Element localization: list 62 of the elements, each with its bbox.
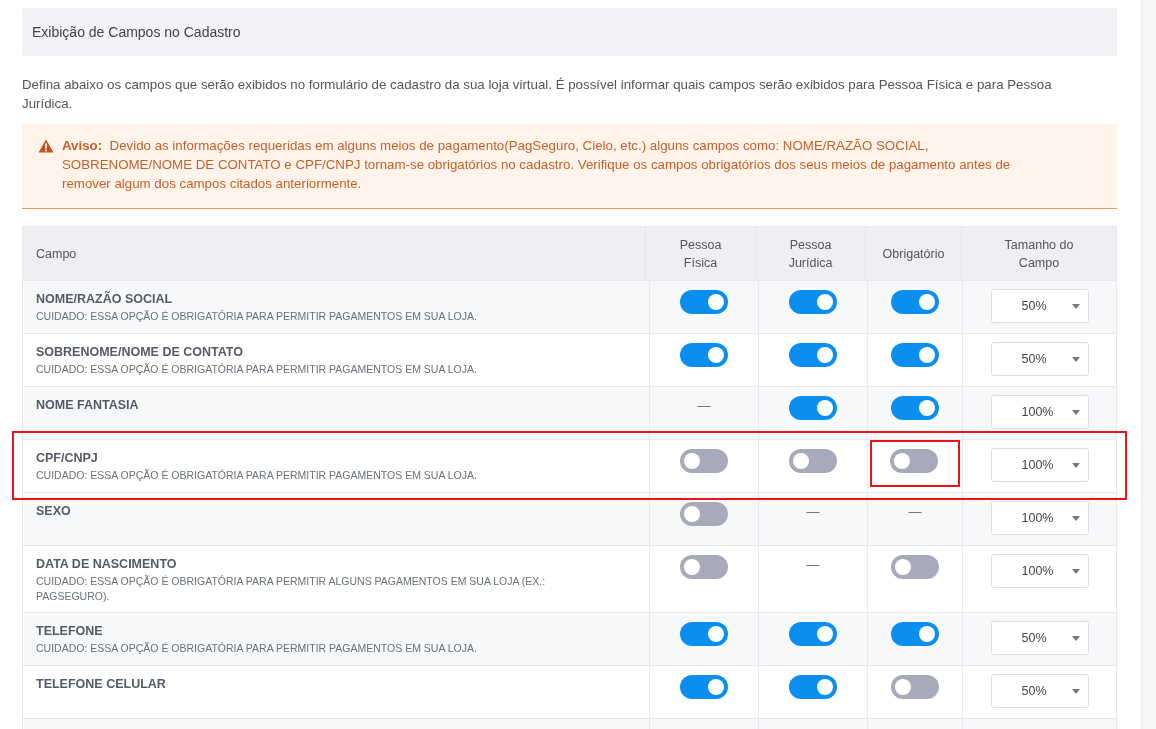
toggle-switch[interactable] [789, 290, 837, 314]
field-name: DATA DE NASCIMENTO [36, 557, 177, 571]
caret-icon [1071, 462, 1080, 468]
size-dropdown[interactable]: 50% [990, 621, 1089, 655]
toggle-switch[interactable] [789, 675, 837, 699]
size-dropdown[interactable]: 100% [990, 395, 1089, 429]
toggle-switch[interactable] [789, 343, 837, 367]
caret-icon [1071, 688, 1080, 694]
toggle-switch[interactable] [680, 622, 728, 646]
size-dropdown[interactable]: 50% [990, 342, 1089, 376]
field-note: CUIDADO: ESSA OPÇÃO É OBRIGATÓRIA PARA PERMITIR PAGAMENTOS EM SUA LOJA. [36, 641, 477, 656]
toggle-switch[interactable] [680, 555, 728, 579]
toggle-switch[interactable] [680, 502, 728, 526]
field-name: SEXO [36, 504, 71, 518]
caret-icon [1071, 356, 1080, 362]
toggle-switch[interactable] [891, 675, 939, 699]
field-note: CUIDADO: ESSA OPÇÃO É OBRIGATÓRIA PARA PERMITIR PAGAMENTOS EM SUA LOJA. [36, 468, 477, 483]
column-header: Pessoa Física [678, 236, 723, 272]
size-dropdown[interactable]: 100% [990, 501, 1089, 535]
description-text: Defina abaixo os campos que serão exibidos no formulário de cadastro da sua loja virtual. É possível informar quais campos serão exibidos para Pessoa Física e para Pessoa Jurídica. [22, 76, 1053, 113]
column-header: Obrigatório [882, 245, 945, 263]
toggle-switch[interactable] [680, 449, 728, 473]
column-header: Tamanho do Campo [1003, 236, 1075, 272]
toggle-switch[interactable] [789, 622, 837, 646]
field-name: NOME/RAZÃO SOCIAL [36, 292, 173, 306]
field-name: TELEFONE CELULAR [36, 677, 166, 691]
field-name: NOME FANTASIA [36, 398, 139, 412]
toggle-switch[interactable] [680, 675, 728, 699]
column-header: Campo [36, 245, 77, 263]
size-dropdown[interactable]: 100% [990, 448, 1089, 482]
size-dropdown[interactable]: 50% [990, 674, 1089, 708]
not-applicable-dash: — [697, 398, 711, 413]
toggle-switch[interactable] [891, 290, 939, 314]
toggle-switch[interactable] [680, 343, 728, 367]
section-title: Exibição de Campos no Cadastro [32, 24, 241, 40]
size-dropdown[interactable]: 100% [990, 554, 1089, 588]
not-applicable-dash: — [806, 557, 820, 572]
warning-text: Aviso: Devido as informações requeridas em alguns meios de pagamento(PagSeguro, Cielo, etc.) alguns campos como: NOME/RAZÃO SOCIAL, SOBRENOME/NOME DE CONTATO e CPF/CNPJ tornam-se obrigatórios no cadastro. Verifique os campos obrigatórios dos seus meios de pagamento antes de remover algum dos campos citados anteriormente. [62, 137, 1012, 193]
field-note: CUIDADO: ESSA OPÇÃO É OBRIGATÓRIA PARA PERMITIR ALGUNS PAGAMENTOS EM SUA LOJA (EX.: PAGSEGURO). [36, 574, 547, 604]
field-name: TELEFONE [36, 624, 103, 638]
warning-icon [38, 139, 54, 153]
toggle-switch[interactable] [891, 622, 939, 646]
field-name: CPF/CNPJ [36, 451, 98, 465]
toggle-switch[interactable] [680, 290, 728, 314]
not-applicable-dash: — [806, 504, 820, 519]
field-note: CUIDADO: ESSA OPÇÃO É OBRIGATÓRIA PARA PERMITIR PAGAMENTOS EM SUA LOJA. [36, 362, 477, 377]
size-dropdown[interactable]: 50% [990, 289, 1089, 323]
not-applicable-dash: — [908, 504, 922, 519]
toggle-switch[interactable] [891, 343, 939, 367]
toggle-switch[interactable] [789, 449, 837, 473]
toggle-switch[interactable] [891, 555, 939, 579]
caret-icon [1071, 409, 1080, 415]
toggle-switch[interactable] [890, 449, 938, 473]
toggle-switch[interactable] [891, 396, 939, 420]
column-header: Pessoa Jurídica [787, 236, 834, 272]
caret-icon [1071, 635, 1080, 641]
field-name: SOBRENOME/NOME DE CONTATO [36, 345, 243, 359]
caret-icon [1071, 515, 1080, 521]
caret-icon [1071, 303, 1080, 309]
caret-icon [1071, 568, 1080, 574]
toggle-switch[interactable] [789, 396, 837, 420]
field-note: CUIDADO: ESSA OPÇÃO É OBRIGATÓRIA PARA PERMITIR PAGAMENTOS EM SUA LOJA. [36, 309, 477, 324]
